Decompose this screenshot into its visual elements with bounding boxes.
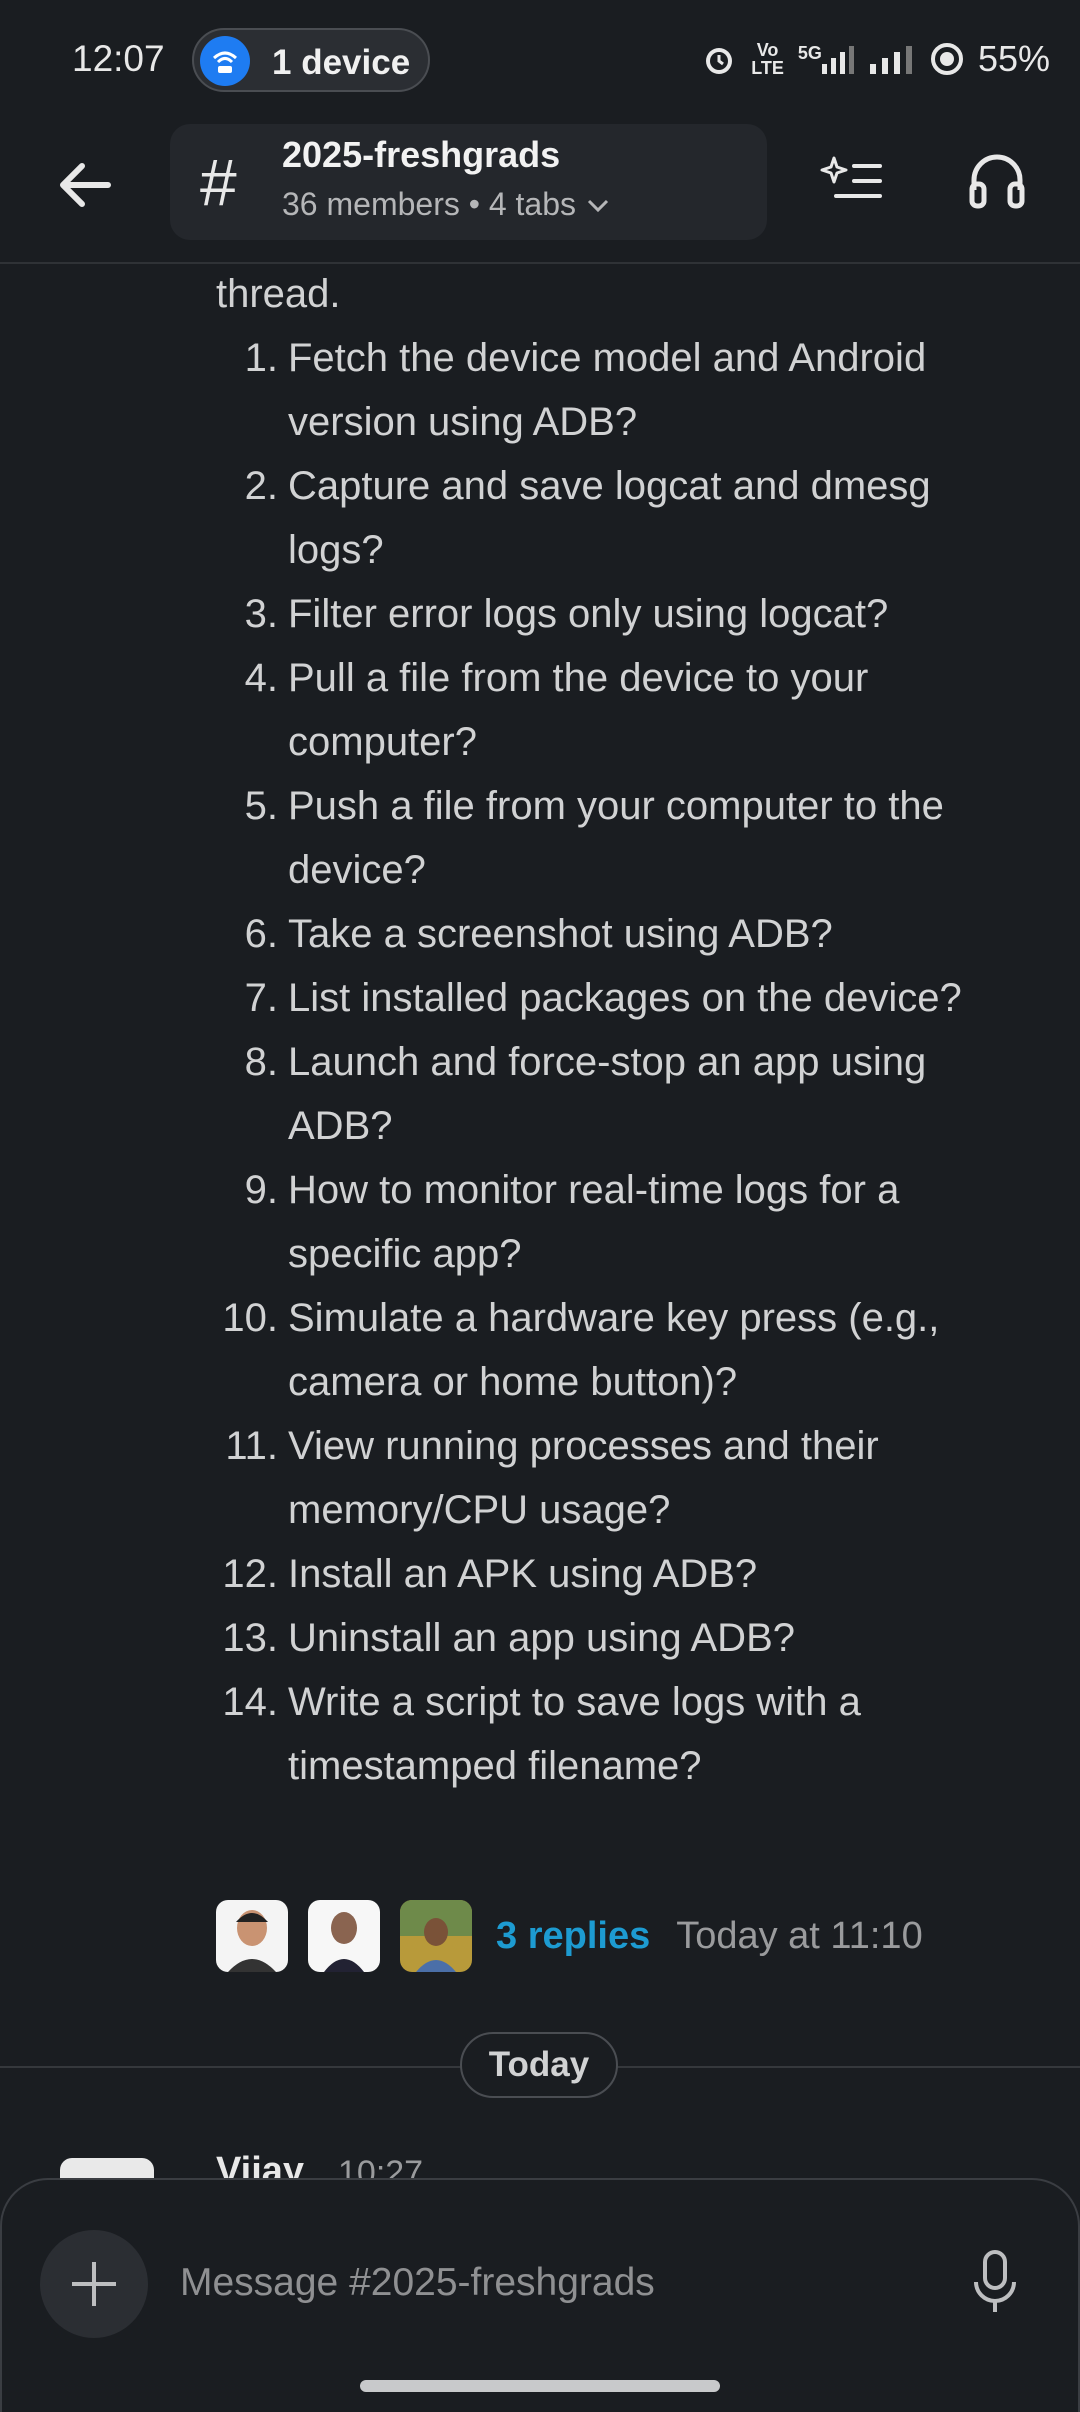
replies-link[interactable]: 3 replies: [496, 1915, 650, 1958]
signal-icon: [869, 46, 912, 74]
message-lead-text: thread.: [216, 272, 341, 316]
list-item: 14. Write a script to save logs with a ti…: [216, 1670, 1016, 1798]
date-divider-pill[interactable]: Today: [460, 2032, 618, 2098]
list-item: 10. Simulate a hardware key press (e.g., …: [216, 1286, 1016, 1414]
list-item-number: 14.: [222, 1680, 278, 1724]
channel-info-button[interactable]: # 2025-freshgrads 36 members • 4 tabs: [170, 124, 767, 240]
list-item-text: Filter error logs only using logcat?: [288, 592, 889, 636]
device-count-label: 1 device: [272, 43, 411, 82]
volte-indicator: Vo LTE: [751, 40, 784, 78]
list-item-text: Write a script to save logs with a times…: [288, 1680, 861, 1788]
list-item-number: 11.: [225, 1424, 278, 1468]
list-item-text: Pull a file from the device to your comp…: [288, 656, 869, 764]
list-item-text: Fetch the device model and Android versi…: [288, 336, 927, 444]
list-item-text: Take a screenshot using ADB?: [288, 912, 833, 956]
list-item-number: 2.: [244, 464, 278, 508]
list-item-text: How to monitor real-time logs for a spec…: [288, 1168, 900, 1276]
huddle-button[interactable]: [962, 146, 1032, 216]
chevron-down-icon: [587, 199, 608, 213]
battery-saver-icon: [930, 43, 963, 75]
list-item-text: Capture and save logcat and dmesg logs?: [288, 464, 931, 572]
list-item: 12. Install an APK using ADB?: [216, 1542, 1016, 1606]
thread-replies[interactable]: 3 replies Today at 11:10: [216, 1898, 923, 1974]
list-item: 4. Pull a file from the device to your co…: [216, 646, 1016, 774]
channel-name: 2025-freshgrads: [282, 134, 561, 175]
sparkle-list-icon: [820, 156, 882, 198]
list-item-number: 13.: [222, 1616, 278, 1660]
list-item-number: 10.: [222, 1296, 278, 1340]
avatar: [216, 1900, 288, 1972]
list-item: 6. Take a screenshot using ADB?: [216, 902, 1016, 966]
list-item: 3. Filter error logs only using logcat?: [216, 582, 1016, 646]
status-time: 12:07: [72, 38, 165, 79]
message-body: thread. 1. Fetch the device model and And…: [216, 262, 1016, 1798]
hash-icon: #: [200, 145, 237, 219]
alarm-icon: [706, 48, 733, 74]
list-item-number: 12.: [222, 1552, 278, 1596]
list-item-text: Install an APK using ADB?: [288, 1552, 758, 1596]
add-attachment-button[interactable]: [40, 2230, 148, 2338]
channel-header: # 2025-freshgrads 36 members • 4 tabs: [0, 124, 1080, 264]
list-item-text: Simulate a hardware key press (e.g., cam…: [288, 1296, 940, 1404]
arrow-left-icon: [60, 163, 111, 207]
list-item-number: 7.: [244, 976, 278, 1020]
list-item-number: 5.: [244, 784, 278, 828]
microphone-icon: [974, 2250, 1016, 2312]
list-item: 13. Uninstall an app using ADB?: [216, 1606, 1016, 1670]
list-item-text: View running processes and their memory/…: [288, 1424, 879, 1532]
avatar: [308, 1900, 380, 1972]
list-item: 2. Capture and save logcat and dmesg logs…: [216, 454, 1016, 582]
list-item-text: Uninstall an app using ADB?: [288, 1616, 795, 1660]
voice-message-button[interactable]: [960, 2244, 1030, 2320]
list-item: 5. Push a file from your computer to the …: [216, 774, 1016, 902]
list-item-number: 4.: [244, 656, 278, 700]
list-item: 8. Launch and force-stop an app using ADB…: [216, 1030, 1016, 1158]
status-bar: 12:07 1 device Vo LTE 5G 55%: [0, 0, 1080, 124]
status-icons: Vo LTE 5G 55%: [701, 38, 1050, 80]
connected-device-pill[interactable]: 1 device: [192, 28, 430, 92]
list-item-number: 6.: [244, 912, 278, 956]
list-item: 11. View running processes and their memo…: [216, 1414, 1016, 1542]
list-item: 1. Fetch the device model and Android ver…: [216, 326, 1016, 454]
list-item: 9. How to monitor real-time logs for a sp…: [216, 1158, 1016, 1286]
list-item-number: 8.: [244, 1040, 278, 1084]
message-input[interactable]: [178, 2250, 942, 2316]
list-item-number: 3.: [244, 592, 278, 636]
question-list: 1. Fetch the device model and Android ver…: [216, 326, 1016, 1798]
ai-summary-button[interactable]: [818, 146, 888, 216]
last-reply-time: Today at 11:10: [676, 1914, 923, 1957]
hotspot-icon: [200, 36, 250, 86]
back-button[interactable]: [50, 150, 120, 220]
signal-5g-icon: 5G: [798, 44, 856, 74]
channel-meta: 36 members • 4 tabs: [282, 186, 611, 223]
message-composer: [0, 2178, 1080, 2412]
list-item-number: 9.: [244, 1168, 278, 1212]
avatar: [400, 1900, 472, 1972]
headphones-icon: [969, 154, 1025, 209]
list-item-number: 1.: [244, 336, 278, 380]
home-indicator[interactable]: [360, 2380, 720, 2392]
battery-percent: 55%: [977, 38, 1050, 79]
list-item-text: Launch and force-stop an app using ADB?: [288, 1040, 927, 1148]
list-item-text: Push a file from your computer to the de…: [288, 784, 944, 892]
list-item: 7. List installed packages on the device?: [216, 966, 1016, 1030]
list-item-text: List installed packages on the device?: [288, 976, 962, 1020]
